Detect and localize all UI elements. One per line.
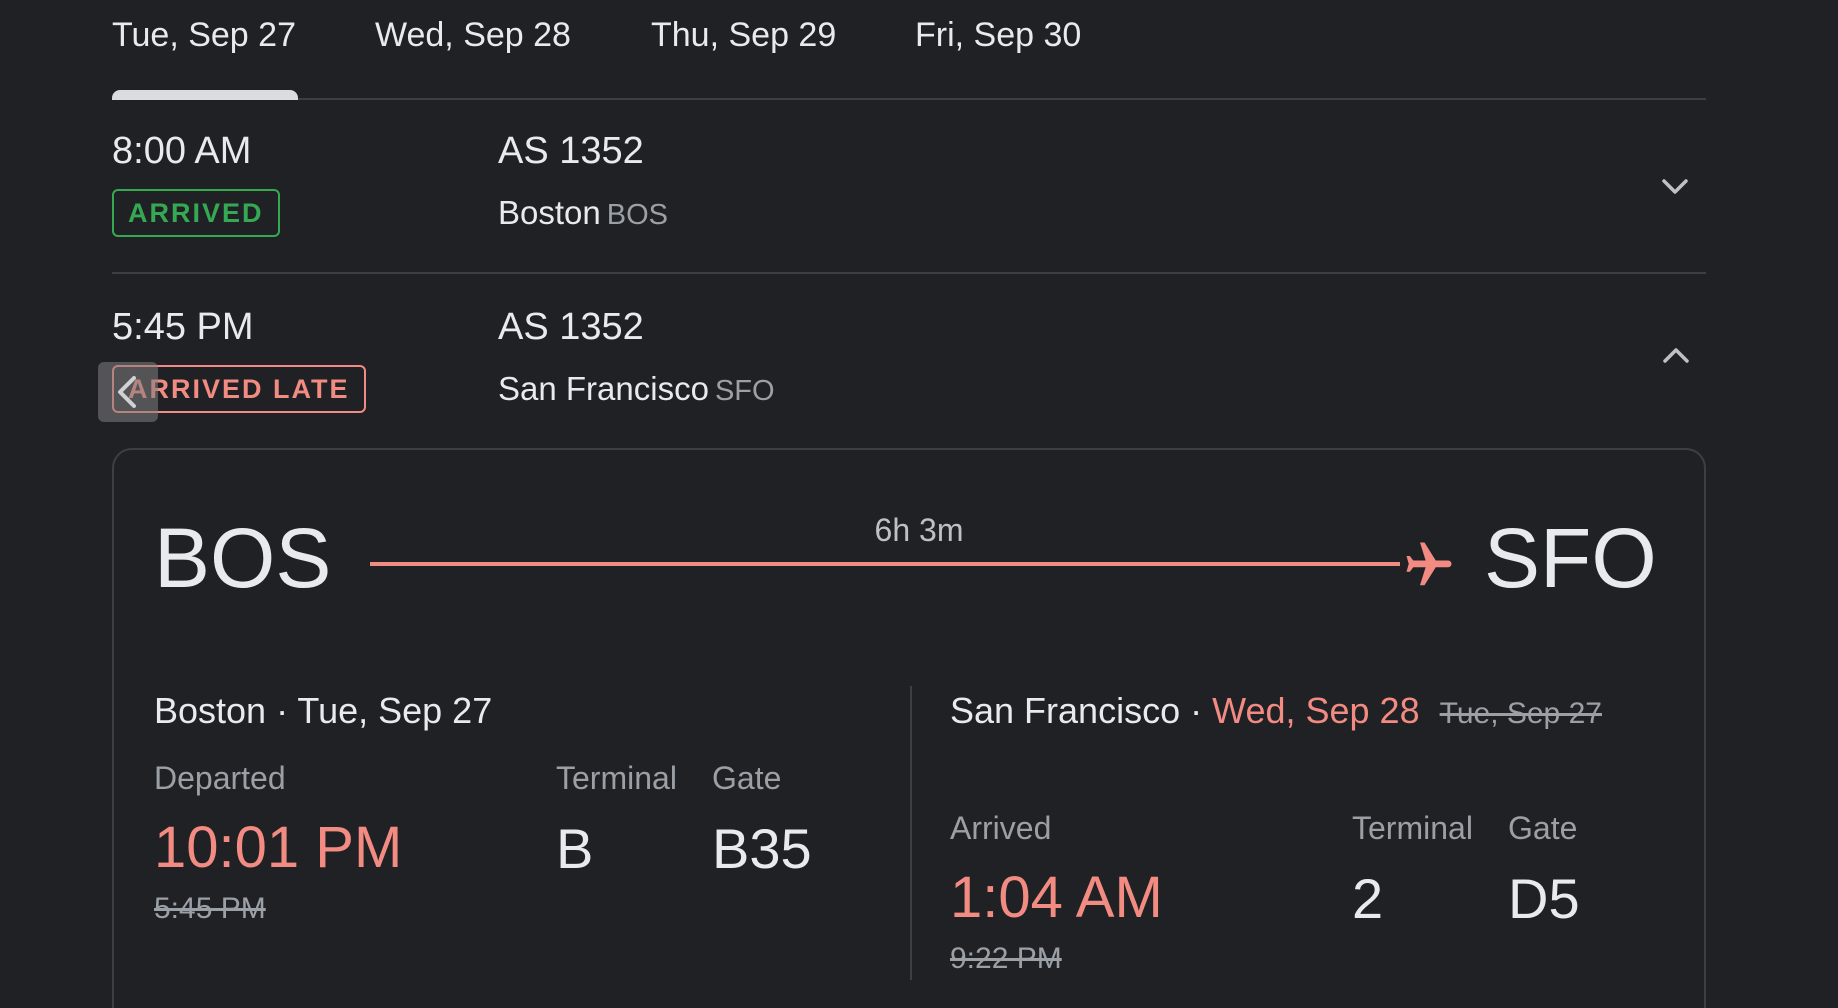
- departure-terminal-label: Terminal: [556, 760, 677, 796]
- route-line: [370, 562, 1400, 566]
- flight-row-san-francisco[interactable]: 5:45 PM ARRIVED LATE AS 1352 San Francis…: [112, 274, 1706, 444]
- departure-city-date: Boston · Tue, Sep 27: [154, 690, 493, 731]
- arrival-city: San Francisco: [950, 690, 1181, 731]
- departure-city: Boston: [154, 690, 267, 731]
- departure-terminal: B: [556, 817, 594, 880]
- tab-thu-sep-29[interactable]: Thu, Sep 29: [651, 16, 836, 55]
- airplane-icon: [1406, 542, 1452, 586]
- tab-fri-sep-30[interactable]: Fri, Sep 30: [915, 16, 1081, 55]
- departure-scheduled-time: 5:45 PM: [154, 892, 266, 925]
- arrived-time: 1:04 AM: [950, 865, 1163, 930]
- arrival-city-date: San Francisco · Wed, Sep 28 Tue, Sep 27: [950, 690, 1602, 731]
- arrived-label: Arrived: [950, 810, 1052, 846]
- departed-time: 10:01 PM: [154, 815, 403, 880]
- arrival-terminal-label: Terminal: [1352, 810, 1473, 846]
- date-tabs: Tue, Sep 27 Wed, Sep 28 Thu, Sep 29 Fri,…: [112, 0, 1706, 100]
- back-navigation-button[interactable]: [98, 362, 158, 422]
- arrival-date: Wed, Sep 28: [1212, 690, 1420, 731]
- flight-city: San Francisco SFO: [498, 370, 775, 408]
- arrival-gate-label: Gate: [1508, 810, 1578, 846]
- departed-label: Departed: [154, 760, 286, 796]
- city-name: San Francisco: [498, 370, 709, 407]
- departure-gate: B35: [712, 817, 812, 880]
- departure-date: Tue, Sep 27: [297, 690, 493, 731]
- departure-gate-label: Gate: [712, 760, 782, 796]
- tab-tue-sep-27[interactable]: Tue, Sep 27: [112, 16, 296, 55]
- flight-city: Boston BOS: [498, 194, 668, 232]
- arrival-gate: D5: [1508, 867, 1580, 930]
- chevron-left-icon: [118, 376, 136, 408]
- flight-duration: 6h 3m: [874, 512, 964, 548]
- flight-row-boston[interactable]: 8:00 AM ARRIVED AS 1352 Boston BOS: [112, 98, 1706, 274]
- flight-time: 8:00 AM: [112, 130, 252, 172]
- column-divider: [910, 686, 912, 980]
- status-badge-arrived: ARRIVED: [112, 189, 280, 237]
- arrival-terminal: 2: [1352, 867, 1384, 930]
- chevron-up-icon[interactable]: [1661, 340, 1691, 370]
- flight-number: AS 1352: [498, 306, 644, 348]
- arrival-original-date: Tue, Sep 27: [1439, 697, 1602, 730]
- arrival-scheduled-time: 9:22 PM: [950, 942, 1062, 975]
- chevron-down-icon[interactable]: [1660, 172, 1690, 202]
- city-code: SFO: [714, 375, 775, 407]
- destination-airport-code: SFO: [1484, 511, 1657, 605]
- flight-time: 5:45 PM: [112, 306, 254, 348]
- flight-status-page: Tue, Sep 27 Wed, Sep 28 Thu, Sep 29 Fri,…: [0, 0, 1838, 1008]
- flight-details-card: BOS 6h 3m SFO Boston · Tue, Sep 27 Depar…: [112, 448, 1706, 1008]
- flight-number: AS 1352: [498, 130, 644, 172]
- tab-wed-sep-28[interactable]: Wed, Sep 28: [375, 16, 571, 55]
- city-code: BOS: [606, 199, 668, 231]
- city-name: Boston: [498, 194, 601, 231]
